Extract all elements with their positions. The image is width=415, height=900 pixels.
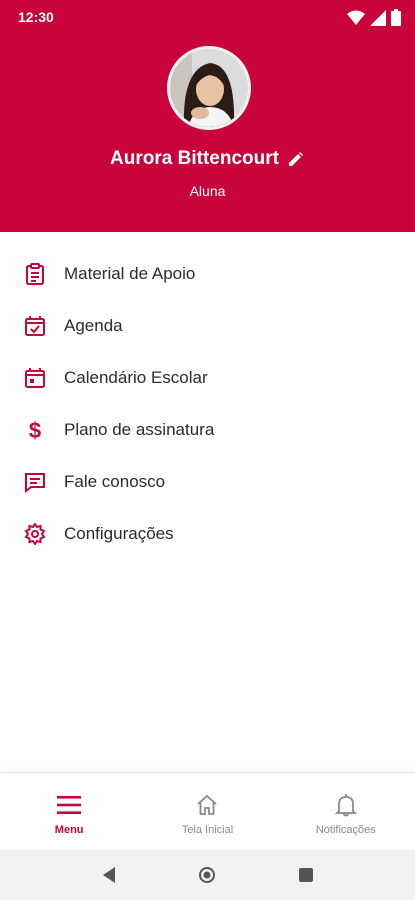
menu-item-configuracoes[interactable]: Configurações [0, 508, 415, 560]
clipboard-icon [22, 261, 48, 287]
profile-role: Aluna [189, 183, 226, 199]
system-nav-bar [0, 850, 415, 900]
back-icon[interactable] [89, 855, 129, 895]
menu-item-label: Calendário Escolar [64, 368, 208, 387]
pencil-icon[interactable] [287, 150, 305, 168]
menu-item-calendario-escolar[interactable]: Calendário Escolar [0, 352, 415, 404]
nav-item-tela-inicial[interactable]: Tela Inicial [138, 773, 276, 850]
menu-item-material-de-apoio[interactable]: Material de Apoio [0, 248, 415, 300]
bottom-nav: Menu Tela Inicial Notificações [0, 772, 415, 850]
recents-icon[interactable] [286, 855, 326, 895]
home-icon [193, 791, 221, 819]
menu-item-label: Agenda [64, 316, 123, 335]
profile-name-row: Aurora Bittencourt [0, 148, 415, 170]
menu-item-label: Material de Apoio [64, 264, 196, 283]
profile-name: Aurora Bittencourt [110, 148, 279, 169]
hamburger-icon [55, 791, 83, 819]
menu-item-label: Fale conosco [64, 472, 166, 491]
dollar-icon: $ [22, 417, 48, 443]
svg-text:$: $ [29, 418, 41, 442]
chat-icon [22, 469, 48, 495]
signal-icon [370, 9, 386, 26]
wifi-icon [347, 10, 365, 26]
bell-icon [332, 791, 360, 819]
status-icons [347, 9, 401, 26]
calendar-check-icon [22, 313, 48, 339]
profile-header: 12:30 Aurora Bittencourt Aluna [0, 0, 415, 232]
menu-item-fale-conosco[interactable]: Fale conosco [0, 456, 415, 508]
menu-item-label: Configurações [64, 524, 174, 543]
nav-label: Notificações [315, 824, 376, 836]
menu-item-plano-de-assinatura[interactable]: $ Plano de assinatura [0, 404, 415, 456]
menu-item-label: Plano de assinatura [64, 420, 215, 439]
profile-photo [170, 49, 248, 127]
nav-item-menu[interactable]: Menu [0, 773, 138, 850]
menu-list: Material de Apoio Agenda Calendário Esco… [0, 248, 415, 560]
battery-icon [391, 9, 401, 26]
gear-icon [22, 521, 48, 547]
home-circle-icon[interactable] [187, 855, 227, 895]
menu-item-agenda[interactable]: Agenda [0, 300, 415, 352]
calendar-icon [22, 365, 48, 391]
status-bar: 12:30 [0, 0, 415, 34]
status-time: 12:30 [18, 9, 54, 25]
nav-item-notificacoes[interactable]: Notificações [277, 773, 415, 850]
nav-label: Menu [54, 824, 84, 836]
avatar[interactable] [167, 46, 251, 130]
nav-label: Tela Inicial [181, 824, 234, 836]
